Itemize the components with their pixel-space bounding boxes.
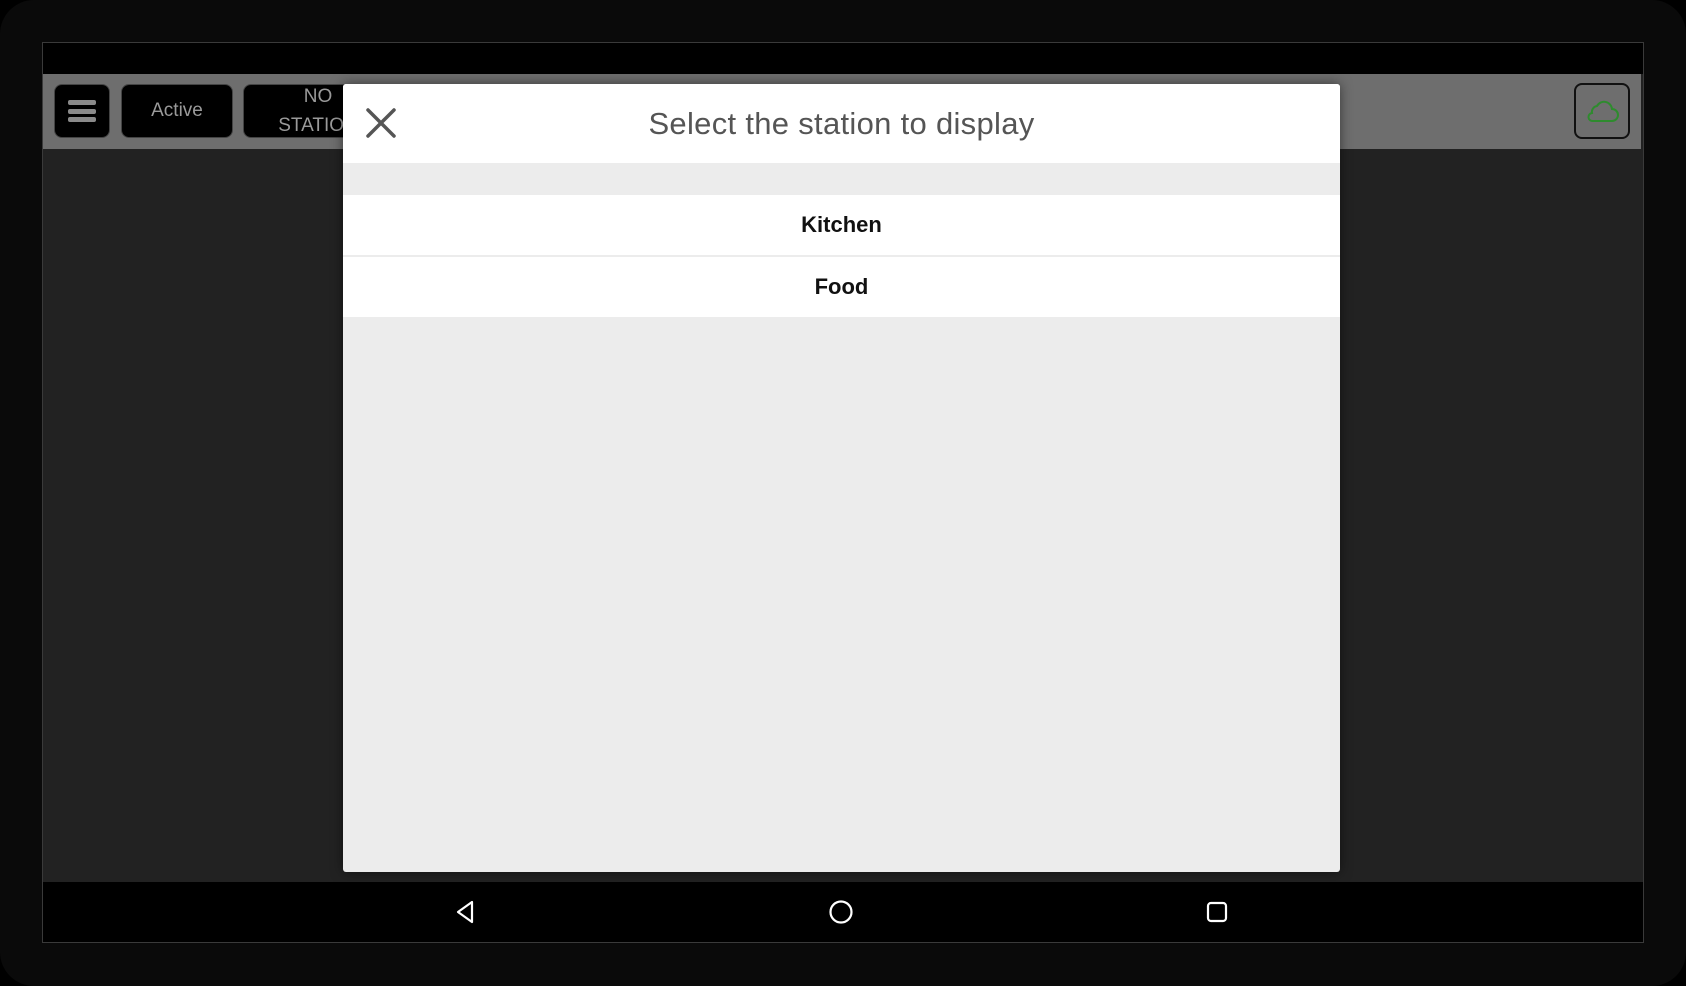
station-item-label: Food bbox=[814, 274, 869, 299]
home-circle-icon bbox=[829, 900, 853, 924]
screen: Active NO STATION Select the station to … bbox=[42, 42, 1644, 943]
back-triangle-icon bbox=[456, 900, 474, 924]
station-item-food[interactable]: Food bbox=[343, 257, 1340, 319]
dialog-title: Select the station to display bbox=[648, 105, 1035, 141]
station-list: Kitchen Food bbox=[343, 195, 1340, 319]
home-button[interactable] bbox=[826, 897, 856, 927]
close-icon bbox=[366, 108, 396, 138]
android-nav-bar bbox=[43, 882, 1643, 942]
tablet-frame: Active NO STATION Select the station to … bbox=[0, 0, 1686, 986]
station-item-kitchen[interactable]: Kitchen bbox=[343, 195, 1340, 257]
back-button[interactable] bbox=[450, 897, 480, 927]
dialog-overlay: Select the station to display Kitchen Fo… bbox=[43, 43, 1643, 942]
station-item-label: Kitchen bbox=[801, 212, 882, 237]
dialog-header: Select the station to display bbox=[343, 84, 1340, 163]
close-button[interactable] bbox=[363, 105, 399, 141]
station-select-dialog: Select the station to display Kitchen Fo… bbox=[343, 84, 1340, 872]
recent-apps-square-icon bbox=[1206, 901, 1228, 923]
recent-apps-button[interactable] bbox=[1202, 897, 1232, 927]
